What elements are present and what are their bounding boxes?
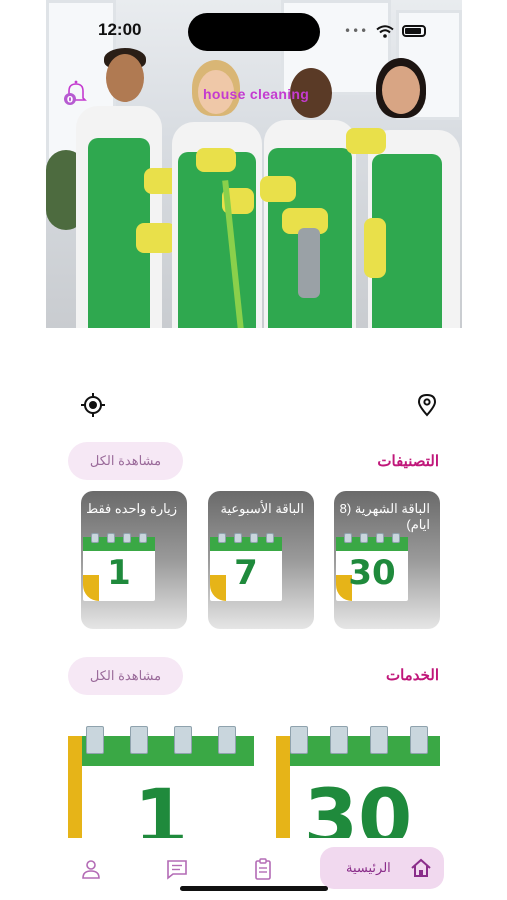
svg-text:0: 0 [67, 96, 73, 106]
app-screen: 12:00 ••• 0 house cleaning التصنيفات مشا… [0, 0, 507, 900]
signal-dots-icon: ••• [344, 24, 369, 38]
cleaner-person [66, 28, 192, 328]
category-card-single-visit[interactable]: زيارة واحده فقط 1 [81, 491, 187, 629]
calendar-icon: 7 [210, 533, 282, 601]
chat-icon[interactable] [166, 858, 188, 880]
map-pin-icon[interactable] [415, 393, 439, 417]
categories-see-all-button[interactable]: مشاهدة الكل [68, 442, 183, 480]
service-card[interactable]: 1 [68, 722, 254, 838]
current-location-icon[interactable] [80, 392, 106, 418]
nav-home-label: الرئيسية [346, 860, 391, 875]
category-card-weekly[interactable]: الباقة الأسبوعية 7 [208, 491, 314, 629]
wifi-icon [376, 24, 394, 38]
brand-title: house cleaning [203, 86, 310, 102]
services-see-all-button[interactable]: مشاهدة الكل [68, 657, 183, 695]
calendar-icon: 1 [68, 726, 254, 838]
orders-clipboard-icon[interactable] [252, 858, 274, 880]
service-card[interactable]: 30 [276, 722, 440, 838]
dynamic-island [188, 13, 320, 51]
categories-title: التصنيفات [377, 453, 439, 470]
category-card-label: الباقة الشهرية (8 ايام) [339, 501, 430, 532]
category-card-label: الباقة الأسبوعية [220, 501, 304, 516]
status-icons: ••• [344, 24, 427, 38]
services-title: الخدمات [385, 667, 439, 684]
nav-home-button[interactable]: الرئيسية [320, 847, 444, 889]
calendar-icon: 30 [276, 726, 440, 838]
profile-icon[interactable] [80, 858, 102, 880]
status-time: 12:00 [98, 20, 142, 39]
cleaner-person [346, 58, 462, 328]
category-card-label: زيارة واحده فقط [86, 501, 177, 516]
calendar-icon: 1 [83, 533, 155, 601]
battery-icon [402, 25, 427, 37]
category-card-monthly[interactable]: الباقة الشهرية (8 ايام) 30 [334, 491, 440, 629]
home-icon [411, 858, 431, 877]
calendar-icon: 30 [336, 533, 408, 601]
notification-bell-icon[interactable]: 0 [60, 78, 90, 108]
home-indicator [180, 886, 328, 891]
